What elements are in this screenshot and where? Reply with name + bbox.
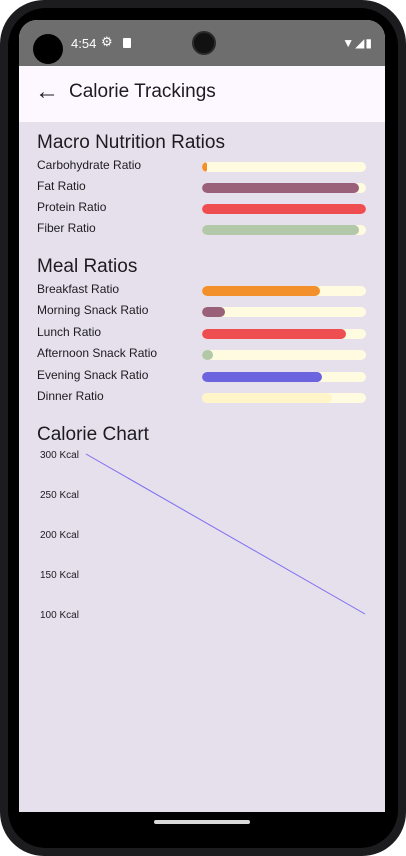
meal-row-breakfast: Breakfast Ratio xyxy=(37,282,367,300)
macro-label: Fat Ratio xyxy=(37,179,86,193)
progress-track xyxy=(202,286,366,296)
y-tick-label: 150 Kcal xyxy=(40,570,79,581)
status-bar: 4:54 ⚙ ▼◢▮ xyxy=(19,20,385,66)
meal-label: Evening Snack Ratio xyxy=(37,368,149,382)
y-tick-label: 100 Kcal xyxy=(40,610,79,621)
macro-label: Fiber Ratio xyxy=(37,221,96,235)
status-icons: ▼◢▮ xyxy=(342,36,373,50)
screen: 4:54 ⚙ ▼◢▮ ← Calorie Trackings Macro Nut… xyxy=(19,20,385,834)
progress-track xyxy=(202,393,366,403)
macro-row-fat: Fat Ratio xyxy=(37,179,367,197)
settings-icon: ⚙ xyxy=(101,34,113,49)
meal-row-lunch: Lunch Ratio xyxy=(37,325,367,343)
page-title: Calorie Trackings xyxy=(69,81,216,102)
progress-fill xyxy=(202,204,366,214)
meal-label: Morning Snack Ratio xyxy=(37,303,149,317)
status-avatar-dot xyxy=(33,34,63,64)
progress-track xyxy=(202,350,366,360)
macro-label: Protein Ratio xyxy=(37,200,107,214)
macro-row-carbohydrate: Carbohydrate Ratio xyxy=(37,158,367,176)
progress-track xyxy=(202,372,366,382)
front-camera xyxy=(192,31,216,55)
meal-section-title: Meal Ratios xyxy=(37,256,138,277)
macro-section-title: Macro Nutrition Ratios xyxy=(37,132,225,153)
progress-fill xyxy=(202,329,347,339)
progress-track xyxy=(202,204,366,214)
progress-fill xyxy=(202,372,322,382)
status-time: 4:54 xyxy=(71,36,97,51)
signal-icon: ◢ xyxy=(355,36,366,50)
progress-fill xyxy=(202,183,360,193)
progress-fill xyxy=(202,286,321,296)
progress-fill xyxy=(202,307,225,317)
sd-card-icon xyxy=(123,38,131,48)
meal-label: Dinner Ratio xyxy=(37,389,104,403)
progress-track xyxy=(202,162,366,172)
wifi-icon: ▼ xyxy=(342,36,356,50)
chart-section-title: Calorie Chart xyxy=(37,424,149,445)
y-tick-label: 300 Kcal xyxy=(40,450,79,461)
progress-fill xyxy=(202,393,332,403)
progress-fill xyxy=(202,225,360,235)
back-arrow-icon[interactable]: ← xyxy=(35,80,59,104)
progress-fill xyxy=(202,350,214,360)
home-gesture-pill[interactable] xyxy=(154,820,250,824)
app-bar: ← Calorie Trackings xyxy=(19,66,385,122)
meal-row-afternoon-snack: Afternoon Snack Ratio xyxy=(37,346,367,364)
meal-row-morning-snack: Morning Snack Ratio xyxy=(37,303,367,321)
macro-row-protein: Protein Ratio xyxy=(37,200,367,218)
progress-track xyxy=(202,225,366,235)
battery-icon: ▮ xyxy=(365,36,373,50)
meal-label: Lunch Ratio xyxy=(37,325,102,339)
calorie-chart: 300 Kcal 250 Kcal 200 Kcal 150 Kcal 100 Kcal xyxy=(40,450,366,621)
meal-row-evening-snack: Evening Snack Ratio xyxy=(37,368,367,386)
macro-label: Carbohydrate Ratio xyxy=(37,158,142,172)
macro-row-fiber: Fiber Ratio xyxy=(37,221,367,239)
meal-label: Afternoon Snack Ratio xyxy=(37,346,158,360)
y-tick-label: 250 Kcal xyxy=(40,490,79,501)
meal-label: Breakfast Ratio xyxy=(37,282,120,296)
progress-fill xyxy=(202,162,207,172)
progress-track xyxy=(202,329,366,339)
progress-track xyxy=(202,183,366,193)
navigation-bar xyxy=(19,812,385,834)
y-tick-label: 200 Kcal xyxy=(40,530,79,541)
meal-row-dinner: Dinner Ratio xyxy=(37,389,367,407)
series-line xyxy=(85,453,366,615)
progress-track xyxy=(202,307,366,317)
